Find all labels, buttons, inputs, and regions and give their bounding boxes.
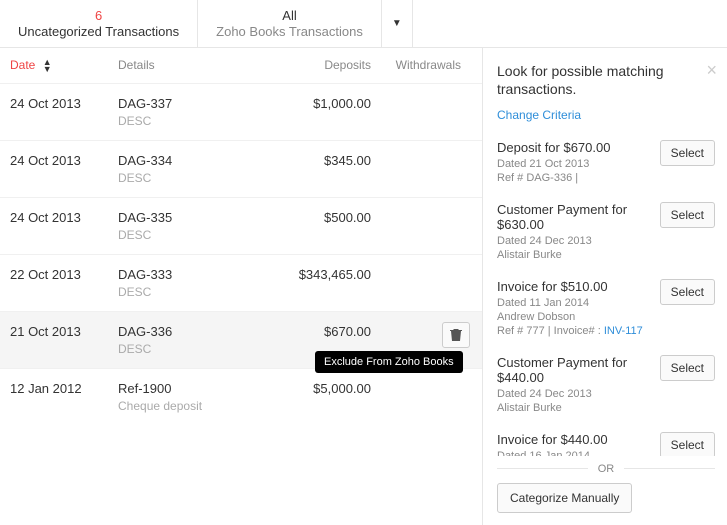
match-date: Dated 24 Dec 2013 bbox=[497, 235, 652, 247]
match-ref2: Ref # 777 | Invoice# : INV-117 bbox=[497, 325, 652, 337]
cell-date: 24 Oct 2013 bbox=[10, 96, 118, 111]
match-date: Dated 24 Dec 2013 bbox=[497, 388, 652, 400]
tab-label: Zoho Books Transactions bbox=[216, 24, 363, 39]
cell-details: DAG-333DESC bbox=[118, 267, 263, 299]
match-ref: Andrew Dobson bbox=[497, 311, 652, 323]
cell-date: 21 Oct 2013 bbox=[10, 324, 118, 339]
select-button[interactable]: Select bbox=[660, 202, 715, 228]
match-ref: Alistair Burke bbox=[497, 402, 652, 414]
categorize-manually-button[interactable]: Categorize Manually bbox=[497, 483, 632, 513]
or-divider: OR bbox=[497, 460, 715, 475]
table-row[interactable]: 24 Oct 2013DAG-337DESC$1,000.00 bbox=[0, 83, 482, 140]
column-withdrawals[interactable]: Withdrawals bbox=[371, 58, 461, 73]
match-ref: Ref # DAG-336 | bbox=[497, 172, 652, 184]
cell-deposit: $1,000.00 bbox=[263, 96, 371, 111]
match-title: Invoice for $440.00 bbox=[497, 432, 652, 447]
match-item: Deposit for $670.00 Dated 21 Oct 2013 Ref … bbox=[497, 132, 715, 194]
cell-deposit: $670.00 bbox=[263, 324, 371, 339]
transactions-table: Date ▲▼ Details Deposits Withdrawals 24 … bbox=[0, 48, 482, 525]
match-item: Customer Payment for $440.00 Dated 24 Dec… bbox=[497, 347, 715, 424]
select-button[interactable]: Select bbox=[660, 355, 715, 381]
change-criteria-link[interactable]: Change Criteria bbox=[497, 108, 715, 122]
sort-icon: ▲▼ bbox=[43, 59, 52, 73]
cell-details: Ref-1900Cheque deposit bbox=[118, 381, 263, 413]
exclude-button[interactable] bbox=[442, 322, 470, 348]
match-item: Invoice for $440.00 Dated 16 Jan 2014 Sele… bbox=[497, 424, 715, 456]
invoice-link[interactable]: INV-117 bbox=[604, 325, 643, 337]
cell-details: DAG-336DESC bbox=[118, 324, 263, 356]
cell-deposit: $500.00 bbox=[263, 210, 371, 225]
select-button[interactable]: Select bbox=[660, 279, 715, 305]
column-deposits[interactable]: Deposits bbox=[263, 58, 371, 73]
cell-date: 24 Oct 2013 bbox=[10, 153, 118, 168]
cell-details: DAG-334DESC bbox=[118, 153, 263, 185]
cell-date: 24 Oct 2013 bbox=[10, 210, 118, 225]
column-date[interactable]: Date ▲▼ bbox=[10, 58, 118, 73]
cell-deposit: $345.00 bbox=[263, 153, 371, 168]
tab-uncategorized[interactable]: 6 Uncategorized Transactions bbox=[0, 0, 198, 47]
table-row[interactable]: 22 Oct 2013DAG-333DESC$343,465.00 bbox=[0, 254, 482, 311]
match-item: Invoice for $510.00 Dated 11 Jan 2014 Andr… bbox=[497, 271, 715, 347]
match-title: Deposit for $670.00 bbox=[497, 140, 652, 155]
cell-details: DAG-335DESC bbox=[118, 210, 263, 242]
select-button[interactable]: Select bbox=[660, 140, 715, 166]
cell-deposit: $5,000.00 bbox=[263, 381, 371, 396]
match-date: Dated 11 Jan 2014 bbox=[497, 297, 652, 309]
match-ref: Alistair Burke bbox=[497, 249, 652, 261]
match-title: Customer Payment for $440.00 bbox=[497, 355, 652, 385]
match-panel: × Look for possible matching transaction… bbox=[482, 48, 727, 525]
panel-title: Look for possible matching transactions. bbox=[497, 62, 715, 98]
tabs-bar: 6 Uncategorized Transactions All Zoho Bo… bbox=[0, 0, 727, 48]
chevron-down-icon: ▼ bbox=[392, 18, 402, 29]
tab-label: Uncategorized Transactions bbox=[18, 24, 179, 39]
match-date: Dated 16 Jan 2014 bbox=[497, 450, 652, 456]
close-icon[interactable]: × bbox=[706, 60, 717, 81]
match-item: Customer Payment for $630.00 Dated 24 Dec… bbox=[497, 194, 715, 271]
column-details[interactable]: Details bbox=[118, 58, 263, 73]
table-row[interactable]: 24 Oct 2013DAG-334DESC$345.00 bbox=[0, 140, 482, 197]
match-title: Customer Payment for $630.00 bbox=[497, 202, 652, 232]
tab-count: 6 bbox=[18, 8, 179, 23]
match-date: Dated 21 Oct 2013 bbox=[497, 158, 652, 170]
table-header: Date ▲▼ Details Deposits Withdrawals bbox=[0, 48, 482, 83]
tab-count: All bbox=[216, 8, 363, 23]
select-button[interactable]: Select bbox=[660, 432, 715, 456]
tab-all[interactable]: All Zoho Books Transactions bbox=[198, 0, 382, 47]
exclude-tooltip: Exclude From Zoho Books bbox=[315, 351, 463, 373]
trash-icon bbox=[450, 328, 462, 341]
table-row[interactable]: 12 Jan 2012Ref-1900Cheque deposit$5,000.… bbox=[0, 368, 482, 425]
tab-dropdown-toggle[interactable]: ▼ bbox=[382, 0, 413, 47]
cell-details: DAG-337DESC bbox=[118, 96, 263, 128]
cell-date: 12 Jan 2012 bbox=[10, 381, 118, 396]
cell-deposit: $343,465.00 bbox=[263, 267, 371, 282]
match-title: Invoice for $510.00 bbox=[497, 279, 652, 294]
cell-date: 22 Oct 2013 bbox=[10, 267, 118, 282]
table-row[interactable]: 24 Oct 2013DAG-335DESC$500.00 bbox=[0, 197, 482, 254]
